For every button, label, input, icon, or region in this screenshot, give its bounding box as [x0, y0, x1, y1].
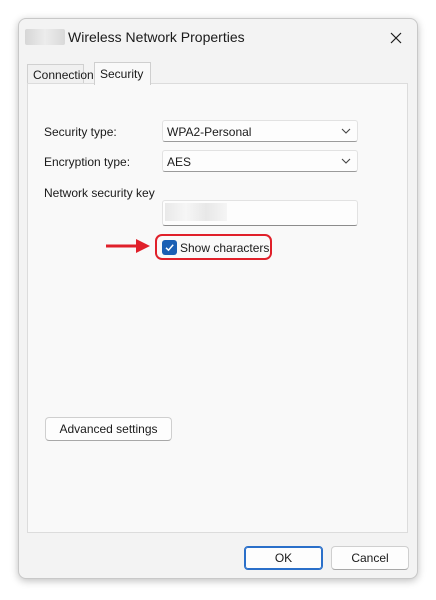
chevron-down-icon [341, 158, 351, 164]
show-characters-label[interactable]: Show characters [180, 241, 269, 255]
checkmark-icon [165, 244, 174, 252]
tab-connection[interactable]: Connection [27, 64, 94, 84]
encryption-type-value: AES [167, 155, 192, 169]
security-tab-panel: Security type: WPA2-Personal Encryption … [27, 83, 408, 533]
window-title: Wireless Network Properties [68, 29, 245, 45]
cancel-button[interactable]: Cancel [331, 546, 409, 570]
redacted-network-name [25, 29, 65, 45]
advanced-settings-button[interactable]: Advanced settings [45, 417, 172, 441]
security-type-label: Security type: [44, 125, 117, 139]
close-button[interactable] [381, 23, 411, 53]
network-security-key-label: Network security key [44, 186, 155, 200]
show-characters-checkbox[interactable] [162, 240, 177, 255]
title-bar: Wireless Network Properties [19, 19, 417, 57]
redacted-key-value [165, 203, 227, 221]
chevron-down-icon [341, 128, 351, 134]
encryption-type-label: Encryption type: [44, 155, 131, 169]
security-type-select[interactable]: WPA2-Personal [162, 120, 358, 142]
ok-button[interactable]: OK [244, 546, 323, 570]
dialog-window: Wireless Network Properties Connection S… [18, 18, 418, 579]
close-icon [390, 32, 402, 44]
encryption-type-select[interactable]: AES [162, 150, 358, 172]
red-arrow-icon [106, 239, 150, 253]
tab-security[interactable]: Security [94, 62, 151, 85]
security-type-value: WPA2-Personal [167, 125, 252, 139]
network-security-key-input[interactable] [162, 200, 358, 226]
